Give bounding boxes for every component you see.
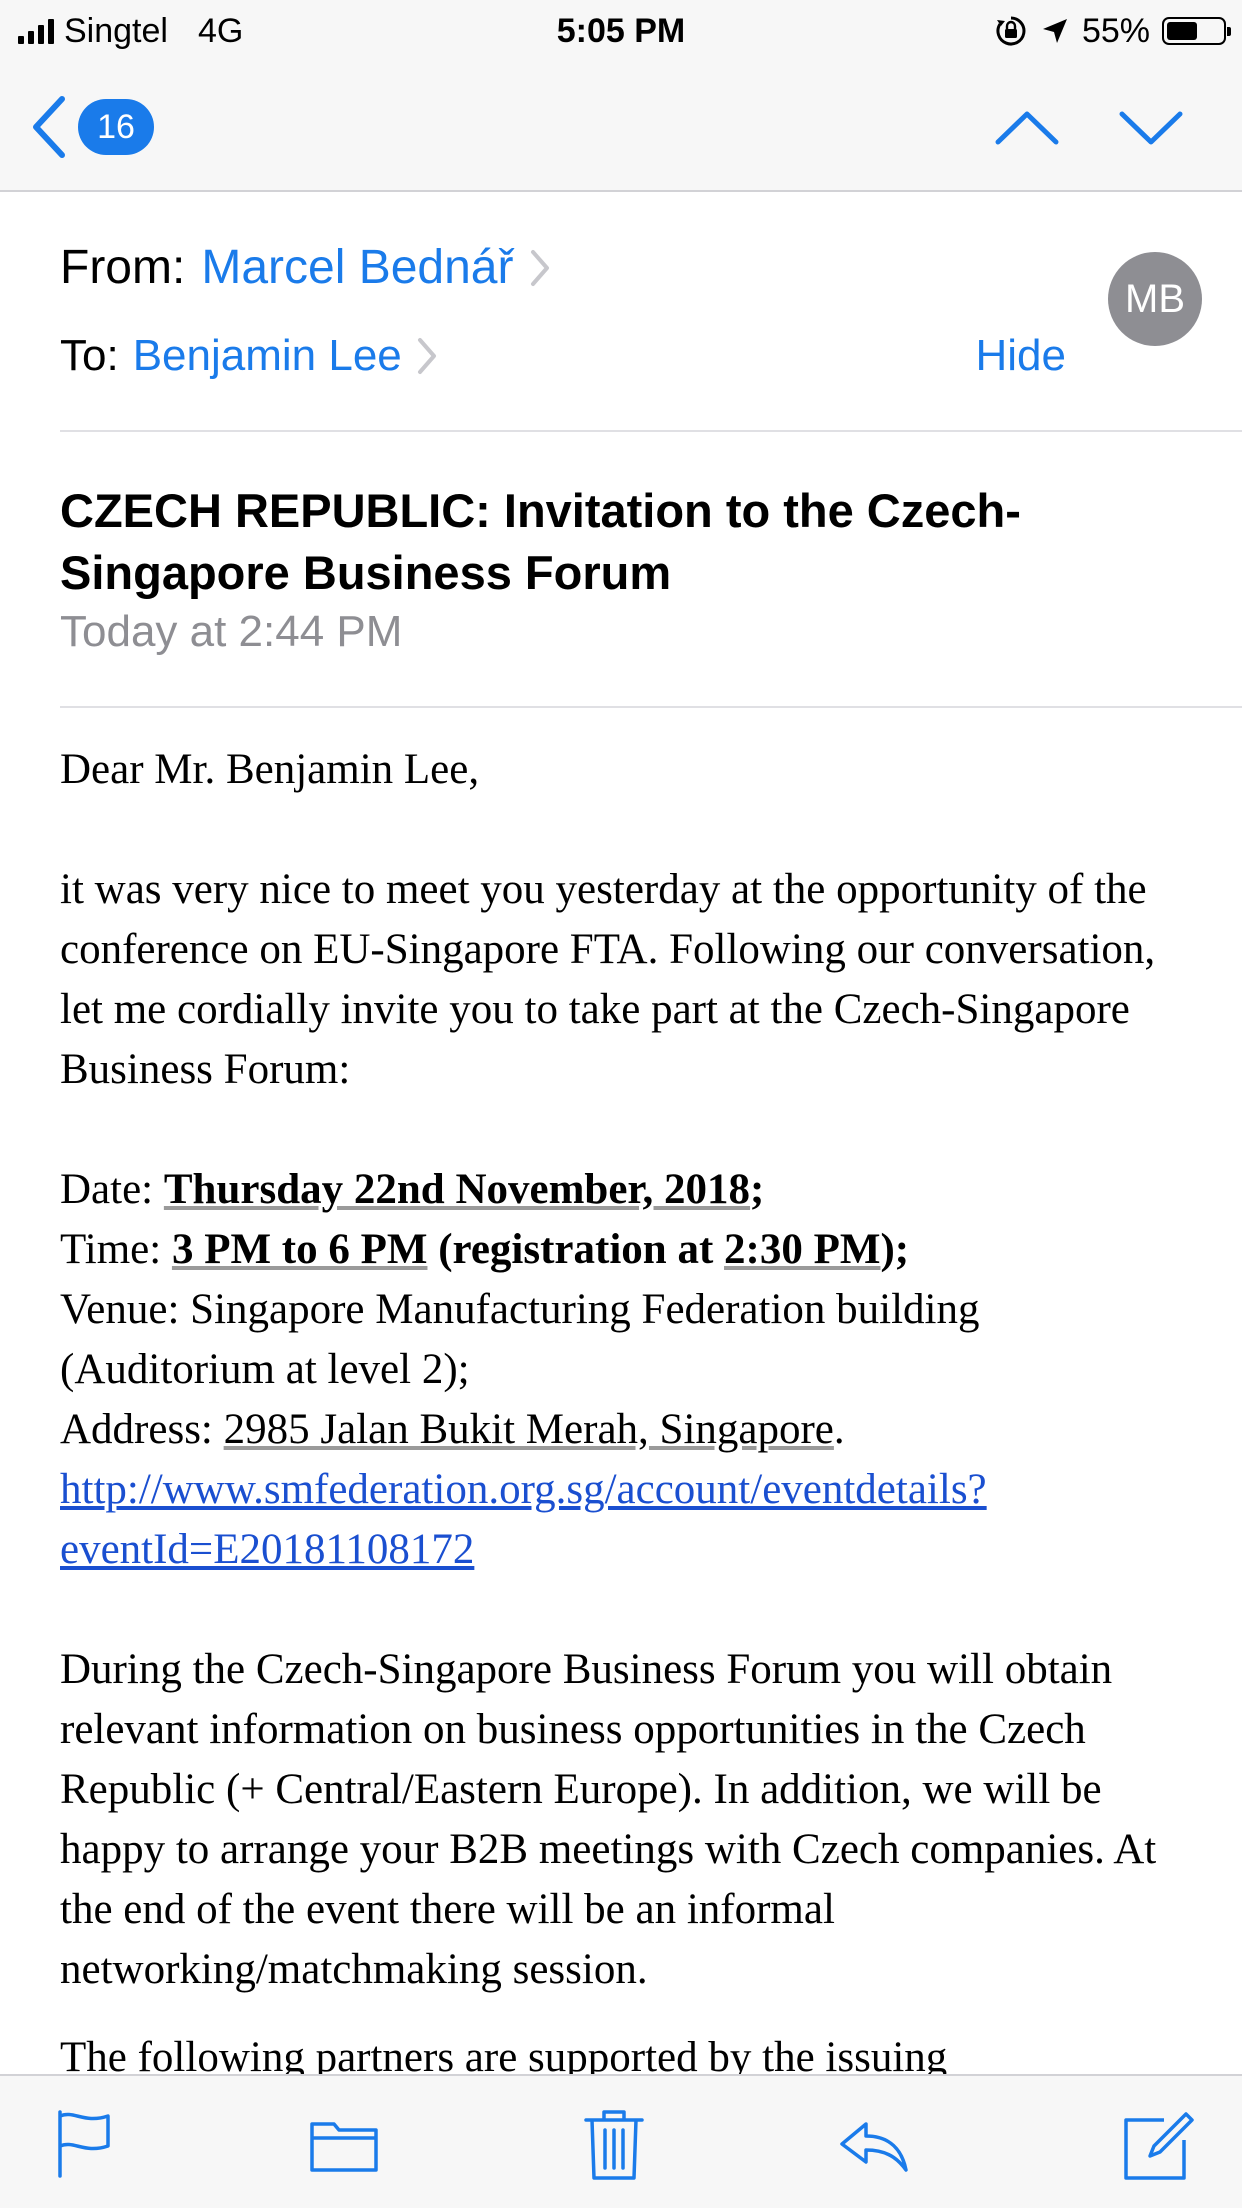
battery-icon [1162,17,1231,45]
header-divider [60,430,1242,432]
flag-button[interactable] [48,2106,124,2182]
event-date-line: Date: Thursday 22nd November, 2018; [60,1160,1200,1220]
greeting: Dear Mr. Benjamin Lee, [60,746,480,793]
event-details-link[interactable]: http://www.smfederation.org.sg/account/e… [60,1466,987,1573]
navigation-bar: 16 [0,62,1242,192]
unread-count-badge: 16 [78,99,154,155]
address-line: Address: 2985 Jalan Bukit Merah, Singapo… [60,1400,1200,1460]
to-label: To: [60,331,119,380]
forum-description: During the Czech-Singapore Business Foru… [60,1646,1157,1993]
chevron-down-icon [1119,111,1183,145]
address-end: . [833,1406,845,1453]
delete-button[interactable] [576,2106,652,2182]
intro-paragraph: it was very nice to meet you yesterday a… [60,866,1156,1093]
address-label: Address: [60,1406,224,1453]
time-extra-a: (registration at [427,1226,725,1273]
recipient-name[interactable]: Benjamin Lee [133,326,402,386]
to-row: To: Benjamin Lee [60,326,438,386]
orientation-lock-icon [996,16,1026,46]
bottom-toolbar [0,2074,1242,2208]
sender-name[interactable]: Marcel Bednář [201,238,513,298]
trash-icon [584,2110,644,2180]
back-button[interactable]: 16 [30,92,180,162]
previous-message-button[interactable] [992,92,1062,162]
battery-percent: 55% [1081,11,1150,50]
flag-icon [58,2110,110,2178]
chevron-right-icon [417,338,436,374]
chevron-left-icon [33,96,65,158]
time-end: ); [880,1226,910,1273]
subject-divider [60,706,1242,708]
reply-icon [840,2122,908,2172]
chevron-right-icon [531,250,550,286]
venue-line: Venue: Singapore Manufacturing Federatio… [60,1286,980,1393]
folder-icon [310,2122,378,2172]
reply-button[interactable] [836,2106,912,2182]
from-row: From: Marcel Bednář [60,238,551,298]
registration-time[interactable]: 2:30 PM [724,1226,880,1273]
time-label: Time: [60,1226,172,1273]
chevron-up-icon [995,111,1059,145]
location-arrow-icon [1042,19,1067,43]
sender-avatar[interactable]: MB [1108,252,1202,346]
date-label: Date: [60,1166,164,1213]
hide-details-button[interactable]: Hide [976,326,1067,386]
event-time-line: Time: 3 PM to 6 PM (registration at 2:30… [60,1220,1200,1280]
address-link[interactable]: 2985 Jalan Bukit Merah, Singapore [224,1406,834,1453]
status-indicators: 55% [994,10,1231,52]
event-date[interactable]: Thursday 22nd November, 2018 [164,1166,750,1213]
email-body: Dear Mr. Benjamin Lee, it was very nice … [60,740,1200,2060]
compose-icon [1124,2112,1194,2180]
event-link-line: http://www.smfederation.org.sg/account/e… [60,1460,1200,1580]
email-date: Today at 2:44 PM [60,607,403,656]
compose-button[interactable] [1120,2106,1196,2182]
from-label: From: [60,241,186,294]
move-to-folder-button[interactable] [306,2106,382,2182]
next-message-button[interactable] [1116,92,1186,162]
event-time[interactable]: 3 PM to 6 PM [172,1226,428,1273]
status-bar: Singtel 4G 5:05 PM 55% [0,0,1242,62]
email-subject: CZECH REPUBLIC: Invitation to the Czech-… [60,484,1021,599]
date-end: ; [750,1166,765,1213]
